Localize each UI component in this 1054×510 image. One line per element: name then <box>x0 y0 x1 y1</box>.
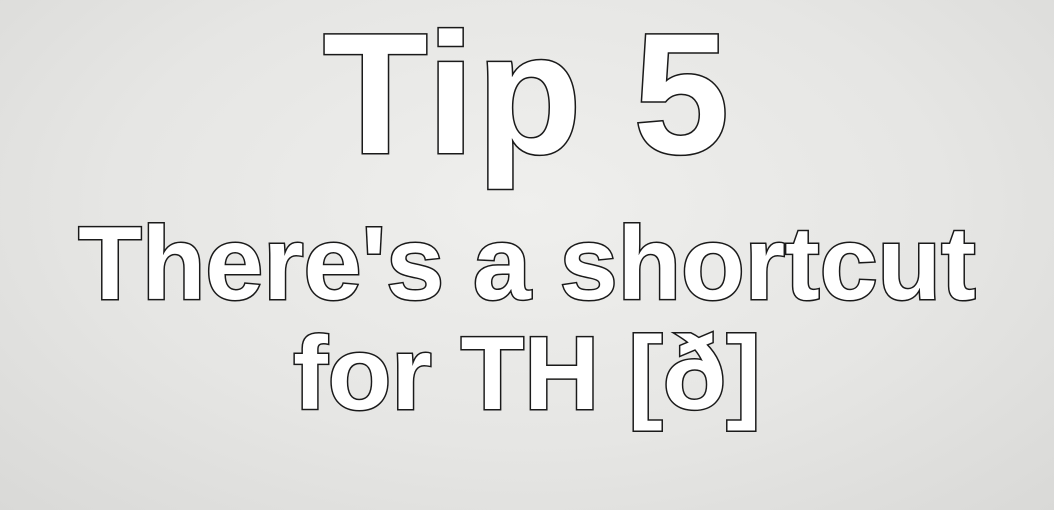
slide: Tip 5 There's a shortcut for TH [ð] <box>0 0 1054 510</box>
slide-subtitle-line-2: for TH [ð] <box>292 316 763 432</box>
slide-subtitle-line-1: There's a shortcut <box>77 206 977 322</box>
slide-title: Tip 5 <box>321 0 732 190</box>
